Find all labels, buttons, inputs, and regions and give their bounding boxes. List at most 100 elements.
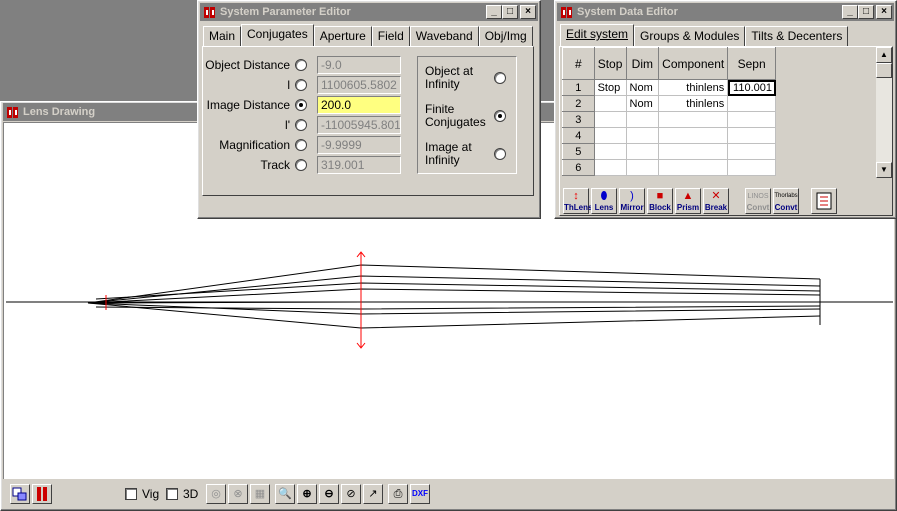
dim-cell[interactable] [625,111,660,128]
close-button[interactable]: × [876,5,892,19]
col-header-component[interactable]: Component [658,47,729,80]
col-header-dim[interactable]: Dim [625,47,660,80]
thorlabs-convert-button[interactable]: Thorlabs Convt [773,188,799,214]
table-vertical-scrollbar[interactable]: ▲ ▼ [876,47,892,178]
track-field[interactable]: 319.001 [317,156,401,174]
col-header-stop[interactable]: Stop [593,47,627,80]
table-row: 1 Stop Nom thinlens 110.001 [562,79,776,96]
app-logo-icon [560,5,574,19]
sepn-cell[interactable] [727,159,776,176]
linos-label: LINOS [747,193,769,200]
tab-waveband[interactable]: Waveband [409,26,479,46]
image-distance-field[interactable]: 200.0 [317,96,401,114]
sepn-cell[interactable] [727,143,776,160]
print-icon[interactable]: ⎙ [388,484,408,504]
mirror-button[interactable]: ) Mirror [619,188,645,214]
maximize-button[interactable]: □ [502,5,518,19]
zoom-out-icon[interactable]: ⊖ [319,484,339,504]
component-cell[interactable] [658,127,729,144]
tab-edit-system[interactable]: Edit system [560,24,635,46]
lens-button[interactable]: ⬮ Lens [591,188,617,214]
row-number[interactable]: 6 [562,159,595,176]
track-radio[interactable] [295,159,307,171]
image-distance-radio[interactable] [295,99,307,111]
dim-cell[interactable]: Nom [625,79,660,96]
table-row: 5 [562,143,776,160]
param-editor-titlebar[interactable]: System Parameter Editor _ □ × [200,3,538,21]
sepn-cell[interactable] [727,111,776,128]
magnification-field[interactable]: -9.9999 [317,136,401,154]
row-number[interactable]: 2 [562,95,595,112]
tab-field[interactable]: Field [371,26,410,46]
zoom-fit-icon[interactable]: 🔍 [275,484,295,504]
data-editor-titlebar[interactable]: System Data Editor _ □ × [557,3,894,21]
magnification-radio[interactable] [295,139,307,151]
l-radio[interactable] [295,79,307,91]
lens-view-button[interactable] [10,484,30,504]
col-header-num[interactable]: # [562,47,595,80]
stop-cell[interactable] [593,111,627,128]
tab-conjugates[interactable]: Conjugates [241,24,314,46]
threed-checkbox[interactable] [166,488,178,500]
properties-button[interactable] [811,188,837,214]
stop-cell[interactable]: Stop [593,79,627,96]
stop-cell[interactable] [593,159,627,176]
object-at-infinity-radio[interactable] [494,72,506,84]
scroll-thumb[interactable] [876,63,892,78]
zoom-custom-icon[interactable]: ⊘ [341,484,361,504]
scroll-down-icon[interactable]: ▼ [876,162,892,178]
sepn-cell[interactable] [727,127,776,144]
tab-groups-modules[interactable]: Groups & Modules [634,26,746,46]
finite-conjugates-radio[interactable] [494,110,506,122]
stop-cell[interactable] [593,143,627,160]
thin-lens-main [356,251,366,349]
l-field[interactable]: 1100605.5802 [317,76,401,94]
tab-aperture[interactable]: Aperture [313,26,372,46]
system-data-editor: System Data Editor _ □ × Edit system Gro… [554,0,897,219]
component-cell[interactable] [658,111,729,128]
sepn-cell[interactable]: 110.001 [727,79,776,96]
tab-main[interactable]: Main [203,26,242,46]
row-number[interactable]: 4 [562,127,595,144]
people-icon-button[interactable] [32,484,52,504]
dim-cell[interactable] [625,159,660,176]
minimize-button[interactable]: _ [486,5,502,19]
image-at-infinity-radio[interactable] [494,148,506,160]
stop-cell[interactable] [593,127,627,144]
maximize-button[interactable]: □ [858,5,874,19]
component-cell[interactable] [658,143,729,160]
row-number[interactable]: 3 [562,111,595,128]
component-cell[interactable]: thinlens [658,95,729,112]
prism-button[interactable]: ▲ Prism [675,188,701,214]
table-row: 4 [562,127,776,144]
tab-tilts-decenters[interactable]: Tilts & Decenters [745,26,849,46]
export-dxf-icon[interactable]: DXF [410,484,430,504]
component-cell[interactable]: thinlens [658,79,729,96]
l-prime-field[interactable]: -11005945.8015 [317,116,401,134]
data-editor-title: System Data Editor [577,6,678,18]
break-button[interactable]: ✕ Break [703,188,729,214]
minimize-button[interactable]: _ [842,5,858,19]
sepn-cell[interactable] [727,95,776,112]
row-number[interactable]: 5 [562,143,595,160]
row-number[interactable]: 1 [562,79,595,96]
object-distance-label: Object Distance [205,58,290,72]
close-button[interactable]: × [520,5,536,19]
dim-cell[interactable] [625,143,660,160]
zoom-in-icon[interactable]: ⊕ [297,484,317,504]
l-prime-radio[interactable] [295,119,307,131]
object-distance-field[interactable]: -9.0 [317,56,401,74]
scroll-up-icon[interactable]: ▲ [876,47,892,63]
ray-bundle [87,264,821,329]
dim-cell[interactable] [625,127,660,144]
tab-obj-img[interactable]: Obj/Img [478,26,533,46]
component-cell[interactable] [658,159,729,176]
vig-checkbox[interactable] [125,488,137,500]
object-distance-radio[interactable] [295,59,307,71]
dim-cell[interactable]: Nom [625,95,660,112]
select-tool-icon[interactable]: ↗ [363,484,383,504]
thlens-button[interactable]: ↕ ThLens [563,188,592,214]
stop-cell[interactable] [593,95,627,112]
col-header-sepn[interactable]: Sepn [727,47,776,80]
block-button[interactable]: ■ Block [647,188,673,214]
